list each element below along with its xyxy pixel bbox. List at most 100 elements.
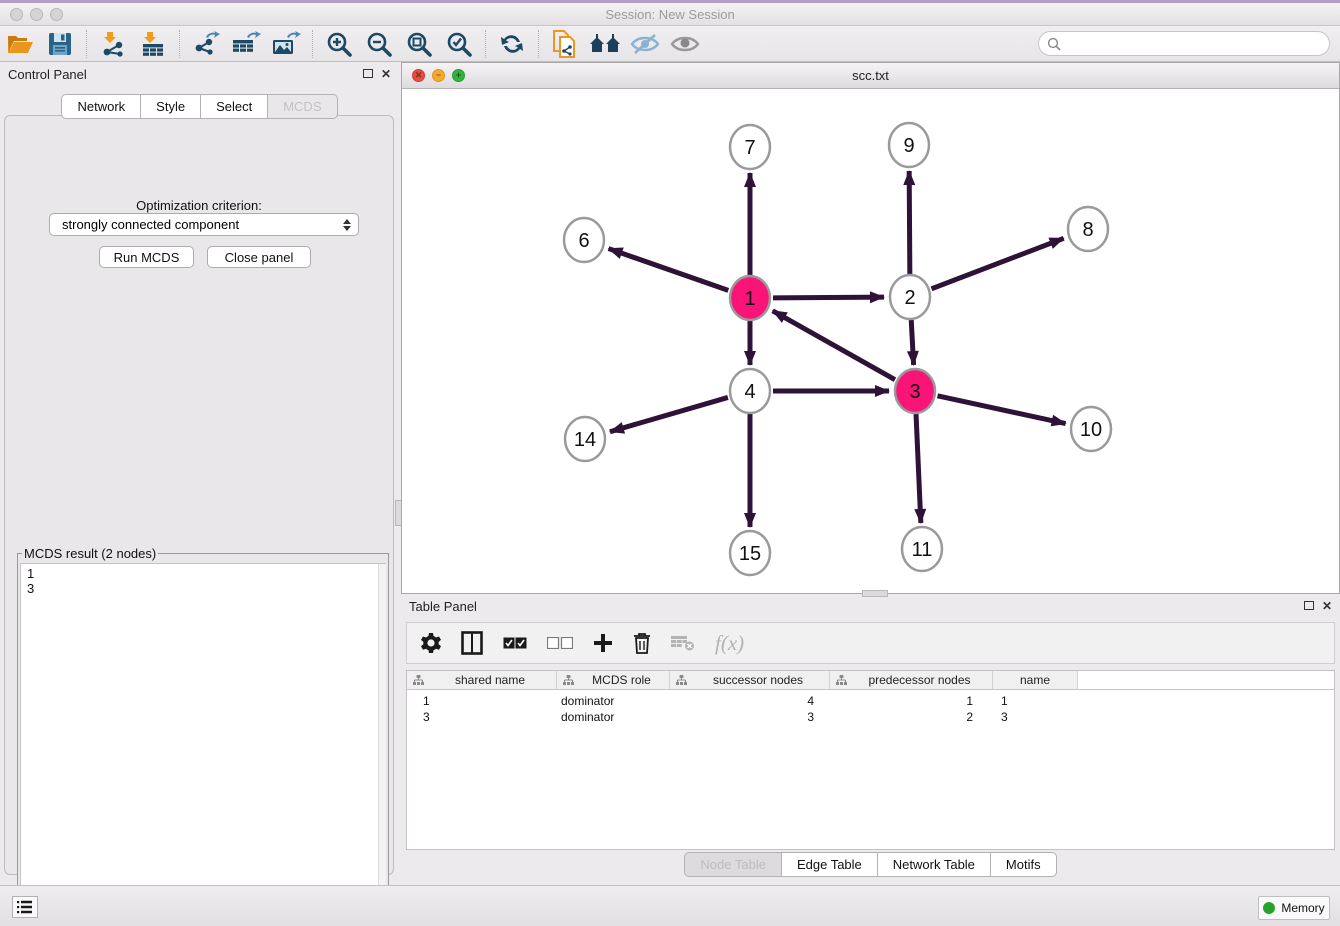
select-all-icon[interactable] [503, 628, 527, 658]
export-table-button[interactable] [226, 28, 266, 60]
save-session-button[interactable] [40, 28, 80, 60]
table-header-row: shared nameMCDS rolesuccessor nodesprede… [407, 671, 1334, 690]
mcds-result-text[interactable]: 1 3 [20, 563, 386, 917]
column-header-successor-nodes[interactable]: successor nodes [670, 671, 830, 689]
list-icon [17, 900, 33, 914]
tab-mcds[interactable]: MCDS [268, 94, 337, 119]
network-view-title: scc.txt [402, 68, 1339, 83]
float-table-panel-icon[interactable] [1304, 600, 1314, 612]
close-table-panel-icon[interactable]: ✕ [1322, 600, 1332, 612]
tab-network-table[interactable]: Network Table [878, 852, 991, 877]
edge-3-11[interactable] [916, 414, 921, 523]
network-canvas[interactable]: 7 9 6 8 1 2 4 3 14 10 15 11 [402, 89, 1339, 593]
zoom-in-button[interactable] [319, 28, 359, 60]
mcds-panel: Optimization criterion: strongly connect… [4, 115, 394, 875]
tab-network[interactable]: Network [61, 94, 141, 119]
import-network-button[interactable] [93, 28, 133, 60]
table-cell: dominator [557, 694, 670, 708]
tab-node-table[interactable]: Node Table [684, 852, 782, 877]
edge-1-2[interactable] [773, 297, 884, 298]
edge-3-10[interactable] [937, 396, 1065, 424]
function-icon: f(x) [715, 628, 744, 658]
graph-node-4[interactable]: 4 [730, 369, 770, 413]
result-scrollbar[interactable] [378, 564, 386, 916]
svg-text:3: 3 [909, 381, 920, 403]
tab-style[interactable]: Style [141, 94, 201, 119]
column-header-shared-name[interactable]: shared name [407, 671, 557, 689]
edge-1-6[interactable] [609, 249, 729, 291]
columns-icon[interactable] [461, 628, 483, 658]
import-network-icon [99, 31, 127, 57]
node-table[interactable]: shared nameMCDS rolesuccessor nodesprede… [406, 670, 1335, 850]
zoom-fit-button[interactable] [399, 28, 439, 60]
zoom-out-icon [366, 31, 392, 57]
import-table-button[interactable] [133, 28, 173, 60]
table-row[interactable]: 3dominator323 [407, 709, 1334, 725]
zoom-selected-button[interactable] [439, 28, 479, 60]
first-neighbors-icon [589, 32, 621, 56]
show-all-button[interactable] [665, 28, 705, 60]
control-panel-title: Control Panel [8, 67, 87, 82]
task-history-button[interactable] [12, 896, 38, 918]
zoom-out-button[interactable] [359, 28, 399, 60]
graph-node-7[interactable]: 7 [730, 125, 770, 169]
toolbar-separator [485, 30, 486, 58]
svg-text:15: 15 [739, 543, 761, 565]
gear-icon[interactable] [421, 628, 441, 658]
edge-2-8[interactable] [931, 238, 1063, 289]
toolbar-separator [179, 30, 180, 58]
run-mcds-button[interactable]: Run MCDS [99, 246, 194, 268]
toolbar-separator [538, 30, 539, 58]
graph-node-3[interactable]: 3 [895, 369, 935, 413]
memory-status-icon [1263, 902, 1275, 914]
graph-node-15[interactable]: 15 [730, 531, 770, 575]
refresh-button[interactable] [492, 28, 532, 60]
delete-table-icon [671, 628, 695, 658]
first-neighbors-button[interactable] [585, 28, 625, 60]
export-network-button[interactable] [186, 28, 226, 60]
graph-node-11[interactable]: 11 [902, 527, 942, 571]
tab-motifs[interactable]: Motifs [991, 852, 1057, 877]
hierarchy-icon [836, 675, 847, 686]
close-panel-button[interactable]: Close panel [207, 246, 311, 268]
search-input[interactable] [1061, 34, 1329, 54]
network-graph[interactable]: 7 9 6 8 1 2 4 3 14 10 15 11 [402, 89, 1339, 593]
column-header-predecessor-nodes[interactable]: predecessor nodes [830, 671, 993, 689]
tab-select[interactable]: Select [201, 94, 268, 119]
network-window-titlebar[interactable]: ✕ − + scc.txt [402, 63, 1339, 89]
save-session-icon [48, 32, 72, 56]
table-cell: 2 [830, 710, 993, 724]
edge-3-1[interactable] [773, 311, 895, 380]
hierarchy-icon [676, 675, 687, 686]
edge-4-14[interactable] [610, 397, 728, 431]
table-row[interactable]: 1dominator411 [407, 693, 1334, 709]
column-header-name[interactable]: name [993, 671, 1078, 689]
close-panel-icon[interactable]: ✕ [381, 68, 391, 80]
new-network-from-selection-button[interactable] [545, 28, 585, 60]
graph-node-10[interactable]: 10 [1071, 407, 1111, 451]
open-session-button[interactable] [0, 28, 40, 60]
export-image-button[interactable] [266, 28, 306, 60]
table-cell: 3 [407, 710, 557, 724]
table-tabs: Node TableEdge TableNetwork TableMotifs [401, 852, 1340, 877]
graph-node-9[interactable]: 9 [889, 123, 929, 167]
trash-icon[interactable] [633, 628, 651, 658]
graph-node-6[interactable]: 6 [564, 218, 604, 262]
horizontal-splitter[interactable] [862, 590, 888, 597]
graph-node-8[interactable]: 8 [1068, 207, 1108, 251]
memory-button[interactable]: Memory [1258, 896, 1330, 920]
edge-2-9[interactable] [909, 171, 910, 274]
tab-edge-table[interactable]: Edge Table [782, 852, 878, 877]
search-box[interactable] [1038, 31, 1330, 56]
graph-node-1[interactable]: 1 [730, 276, 770, 320]
edge-2-3[interactable] [911, 320, 913, 365]
add-icon[interactable] [593, 628, 613, 658]
float-panel-icon[interactable] [363, 68, 373, 80]
deselect-all-icon[interactable] [547, 628, 573, 658]
optimization-criterion-select[interactable]: strongly connected component [49, 213, 359, 236]
svg-text:7: 7 [744, 137, 755, 159]
graph-node-14[interactable]: 14 [565, 417, 605, 461]
column-header-MCDS-role[interactable]: MCDS role [557, 671, 670, 689]
graph-node-2[interactable]: 2 [890, 275, 930, 319]
hide-selected-button[interactable] [625, 28, 665, 60]
